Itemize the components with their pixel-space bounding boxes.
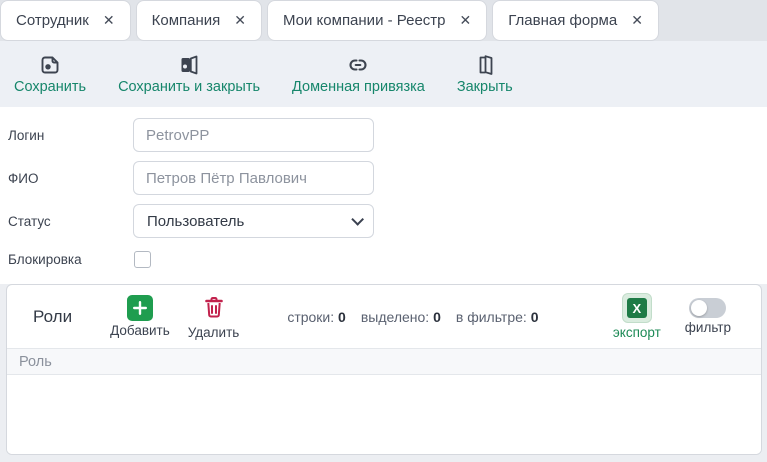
tab-label: Сотрудник	[16, 12, 89, 29]
login-label: Логин	[8, 128, 133, 143]
rows-counter: строки: 0	[287, 309, 346, 325]
block-label: Блокировка	[8, 252, 133, 267]
form-row-block: Блокировка	[8, 251, 767, 268]
employee-form: Логин ФИО Статус Пользователь Блокировка	[0, 107, 767, 284]
status-label: Статус	[8, 214, 133, 229]
form-row-fio: ФИО	[8, 161, 767, 195]
add-role-button[interactable]: Добавить	[110, 295, 170, 338]
link-icon	[346, 53, 370, 77]
close-icon[interactable]: ✕	[103, 12, 115, 29]
export-label: экспорт	[613, 325, 661, 340]
close-icon[interactable]: ✕	[631, 12, 643, 29]
tab-label: Главная форма	[508, 12, 617, 29]
close-icon[interactable]: ✕	[234, 12, 246, 29]
selected-counter: выделено: 0	[361, 309, 441, 325]
roles-toolbar: Роли Добавить Удалить стро	[7, 285, 761, 348]
fio-input[interactable]	[133, 161, 374, 195]
door-icon	[473, 53, 497, 77]
save-and-close-button[interactable]: Сохранить и закрыть	[118, 53, 260, 95]
roles-panel: Роли Добавить Удалить стро	[6, 284, 762, 455]
save-button[interactable]: Сохранить	[14, 53, 86, 95]
add-role-label: Добавить	[110, 323, 170, 338]
save-label: Сохранить	[14, 79, 86, 95]
domain-binding-label: Доменная привязка	[292, 79, 425, 95]
form-row-status: Статус Пользователь	[8, 204, 767, 238]
roles-title: Роли	[33, 307, 72, 327]
delete-role-label: Удалить	[188, 325, 240, 340]
form-row-login: Логин	[8, 118, 767, 152]
trash-icon	[202, 294, 226, 323]
save-icon	[38, 53, 62, 77]
tab-company[interactable]: Компания ✕	[136, 0, 262, 41]
tab-bar: Сотрудник ✕ Компания ✕ Мои компании - Ре…	[0, 0, 767, 41]
tab-label: Мои компании - Реестр	[283, 12, 446, 29]
column-header-role: Роль	[19, 354, 52, 370]
block-checkbox[interactable]	[134, 251, 151, 268]
tab-label: Компания	[152, 12, 221, 29]
close-icon[interactable]: ✕	[460, 12, 472, 29]
status-select[interactable]: Пользователь	[133, 204, 374, 238]
delete-role-button[interactable]: Удалить	[188, 294, 240, 340]
status-selected-value: Пользователь	[147, 213, 244, 230]
save-and-close-label: Сохранить и закрыть	[118, 79, 260, 95]
close-label: Закрыть	[457, 79, 513, 95]
roles-table-header[interactable]: Роль	[7, 348, 761, 375]
close-button[interactable]: Закрыть	[457, 53, 513, 95]
tab-my-companies-registry[interactable]: Мои компании - Реестр ✕	[267, 0, 487, 41]
plus-icon	[127, 295, 153, 321]
excel-icon: X	[622, 293, 652, 323]
roles-table-body[interactable]	[7, 375, 761, 454]
login-input[interactable]	[133, 118, 374, 152]
filter-label: фильтр	[685, 320, 731, 335]
chevron-down-icon	[351, 213, 364, 226]
filter-toggle-button[interactable]: фильтр	[685, 298, 731, 335]
domain-binding-button[interactable]: Доменная привязка	[292, 53, 425, 95]
export-excel-button[interactable]: X экспорт	[613, 293, 661, 340]
filtered-counter: в фильтре: 0	[456, 309, 539, 325]
toggle-knob	[691, 300, 707, 316]
filter-toggle-icon[interactable]	[689, 298, 726, 318]
fio-label: ФИО	[8, 171, 133, 186]
toolbar: Сохранить Сохранить и закрыть Доменная п…	[0, 41, 767, 107]
grid-counters: строки: 0 выделено: 0 в фильтре: 0	[287, 309, 538, 325]
tab-employee[interactable]: Сотрудник ✕	[0, 0, 131, 41]
save-and-close-icon	[177, 53, 201, 77]
tab-main-form[interactable]: Главная форма ✕	[492, 0, 659, 41]
